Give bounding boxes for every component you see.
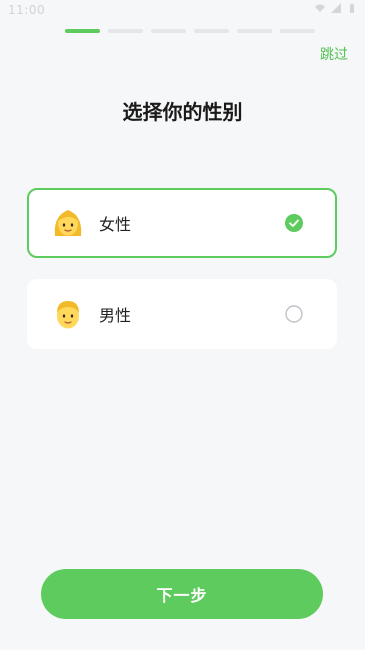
check-circle-icon[interactable]	[285, 214, 303, 232]
status-icons	[315, 3, 357, 13]
gender-option-male[interactable]: 男性	[27, 279, 337, 349]
progress-step-6	[280, 29, 315, 33]
gender-option-female[interactable]: 女性	[27, 188, 337, 258]
battery-icon	[350, 4, 354, 13]
progress-step-3	[151, 29, 186, 33]
status-bar: 11:00	[0, 0, 365, 22]
option-label-male: 男性	[99, 306, 132, 325]
signal-icon	[331, 3, 341, 13]
radio-empty-icon[interactable]	[285, 305, 303, 323]
skip-link[interactable]: 跳过	[320, 44, 348, 64]
progress-step-2	[108, 29, 143, 33]
status-time: 11:00	[8, 3, 46, 17]
wifi-icon	[315, 4, 325, 12]
progress-step-5	[237, 29, 272, 33]
man-emoji-icon	[57, 301, 79, 329]
page-title: 选择你的性别	[122, 100, 243, 124]
next-button[interactable]: 下一步	[41, 569, 323, 619]
progress-step-1	[65, 29, 100, 33]
option-label-female: 女性	[99, 215, 132, 234]
progress-steps	[65, 29, 315, 33]
progress-step-4	[194, 29, 229, 33]
woman-emoji-icon	[54, 210, 82, 236]
